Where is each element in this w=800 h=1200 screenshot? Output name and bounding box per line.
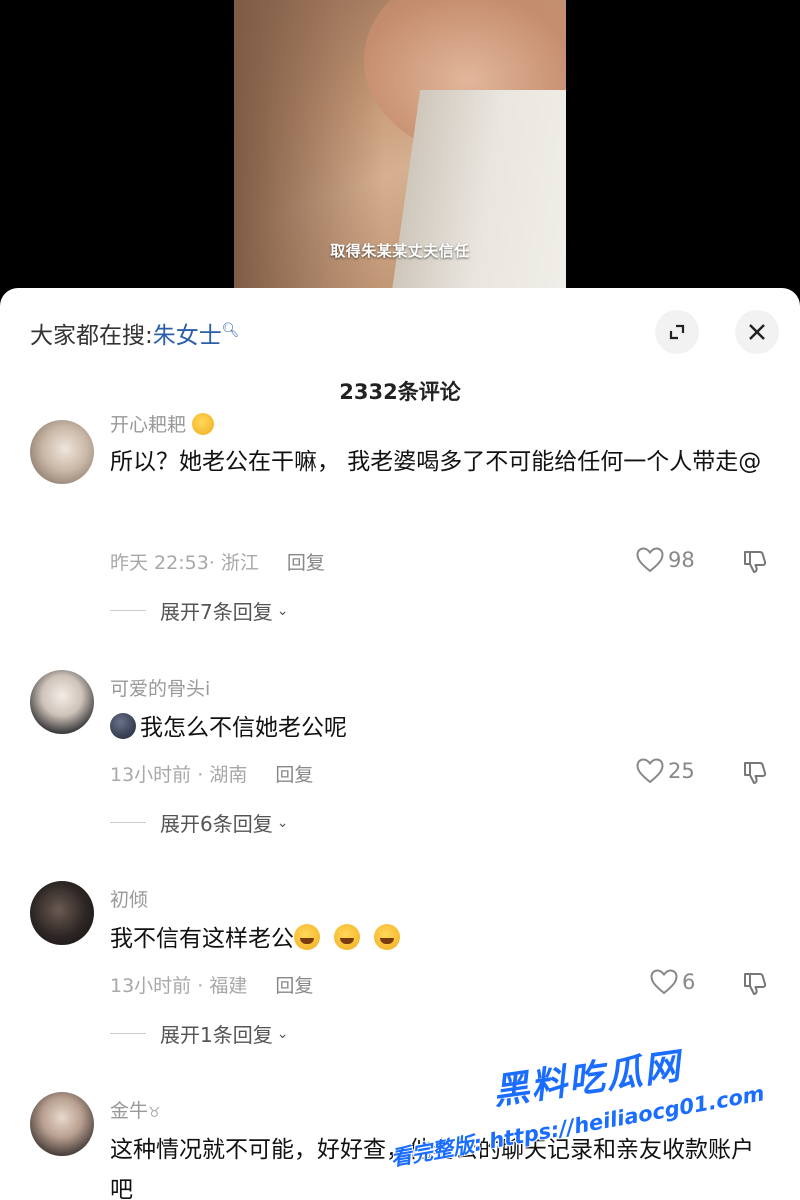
comment-username[interactable]: 金牛♉ [110,1096,161,1123]
comment-meta: 13小时前 · 湖南 回复 [110,764,314,786]
comment-username[interactable]: 开心耙耙 [110,410,218,437]
comment-username[interactable]: 可爱的骨头i [110,674,210,701]
like-count: 6 [682,970,696,994]
thumbs-down-icon [744,973,767,995]
zodiac-icon: ♉ [148,1105,161,1121]
like-count: 98 [668,548,695,572]
reply-button[interactable]: 回复 [287,552,325,574]
chevron-down-icon: ⌄ [276,602,289,619]
expand-icon [669,324,685,340]
thumbs-down-icon [744,551,767,573]
expand-sheet-button[interactable] [655,310,699,354]
search-term-link[interactable]: 朱女士 [153,323,222,349]
comment-meta: 昨天 22:53· 浙江 回复 [110,552,325,574]
like-button[interactable]: 25 [636,758,695,784]
comment-text: 我不信有这样老公 [110,919,770,959]
comment-count: 2332条评论 [339,380,461,404]
chevron-down-icon: ⌄ [276,814,289,831]
trending-search[interactable]: 大家都在搜:朱女士🔍︎ [30,316,240,350]
expand-replies-button[interactable]: 展开7条回复 ⌄ [110,596,288,625]
avatar[interactable] [30,670,94,734]
laugh-cry-emoji-icon [374,924,400,950]
video-subtitle: 取得朱某某丈夫信任 [330,242,470,260]
comment-meta: 13小时前 · 福建 回复 [110,975,314,997]
search-prefix: 大家都在搜: [30,323,153,349]
close-button[interactable] [735,310,779,354]
smile-emoji-icon [192,413,215,435]
expand-replies-button[interactable]: 展开1条回复 ⌄ [110,1019,288,1048]
thumbs-down-icon [744,762,767,784]
laugh-cry-emoji-icon [334,924,360,950]
search-icon: 🔍︎ [221,322,240,339]
heart-icon [636,758,664,784]
video-player[interactable]: 取得朱某某丈夫信任 [0,0,800,300]
heart-icon [650,969,678,995]
chevron-down-icon: ⌄ [276,1025,289,1042]
dark-face-emoji-icon [110,713,136,739]
reply-button[interactable]: 回复 [275,975,313,997]
avatar[interactable] [30,881,94,945]
dislike-button[interactable] [742,549,768,579]
comment-text: 我怎么不信她老公呢 [110,708,770,748]
avatar[interactable] [30,420,94,484]
dislike-button[interactable] [742,760,768,790]
comment-username[interactable]: 初倾 [110,885,148,912]
dislike-button[interactable] [742,971,768,1001]
comment-text: 所以？她老公在干嘛， 我老婆喝多了不可能给任何一个人带走@ [110,449,762,475]
close-icon [749,324,765,340]
heart-icon [636,547,664,573]
like-count: 25 [668,759,695,783]
expand-replies-button[interactable]: 展开6条回复 ⌄ [110,808,288,837]
reply-button[interactable]: 回复 [275,764,313,786]
like-button[interactable]: 6 [650,969,695,995]
avatar[interactable] [30,1092,94,1156]
like-button[interactable]: 98 [636,547,695,573]
laugh-cry-emoji-icon [294,924,320,950]
